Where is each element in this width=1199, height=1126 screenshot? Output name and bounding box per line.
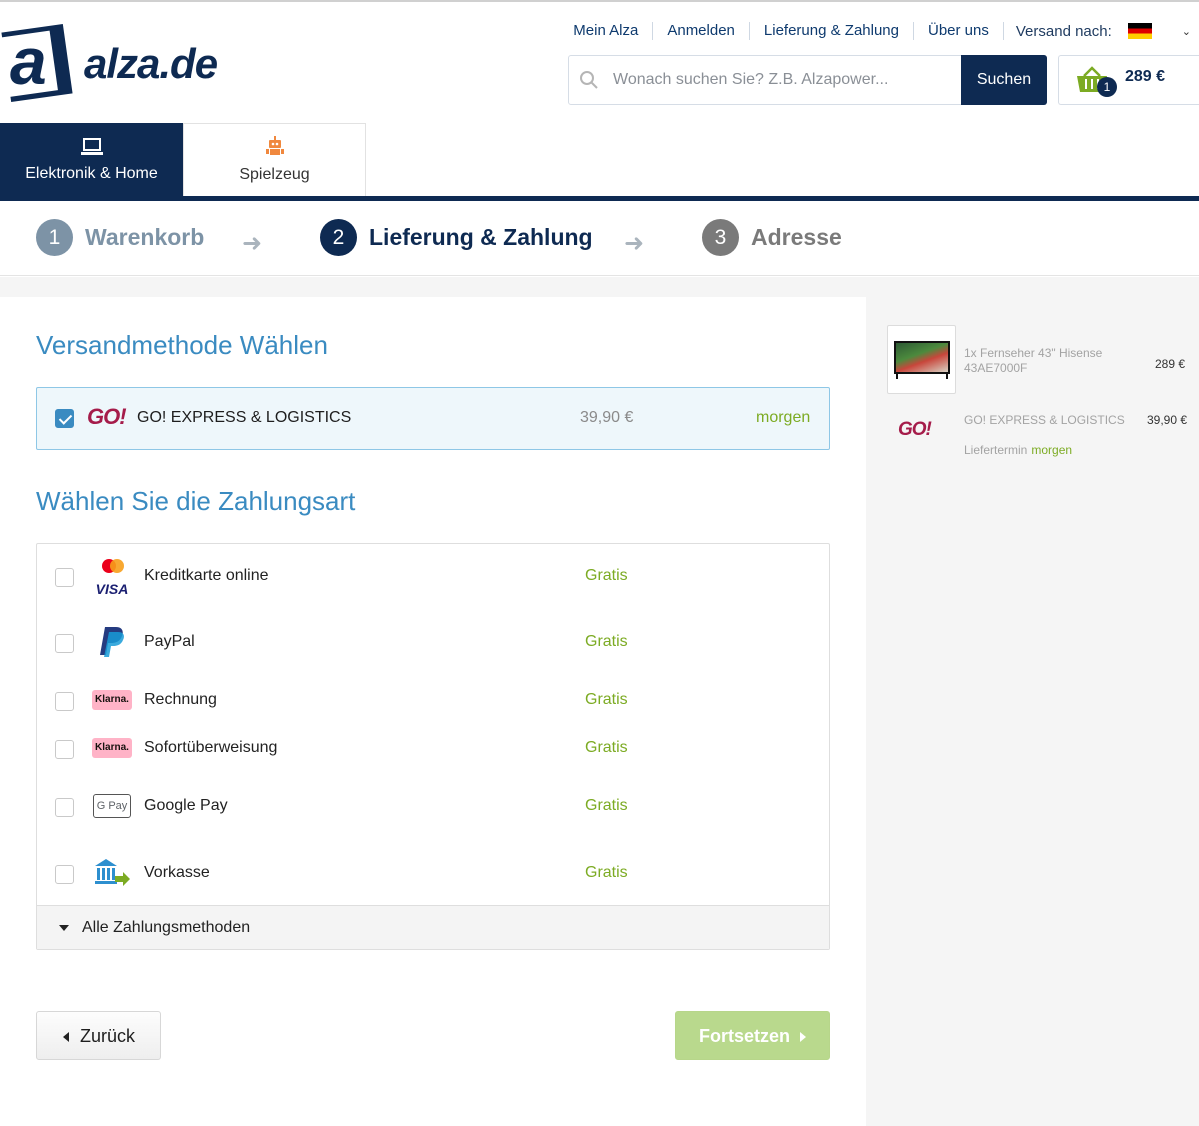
nav-lieferung-zahlung[interactable]: Lieferung & Zahlung — [750, 22, 914, 40]
nav-mein-alza[interactable]: Mein Alza — [559, 22, 654, 40]
payment-checkbox[interactable] — [55, 692, 74, 711]
summary-delivery: Liefertermin morgen — [964, 443, 1072, 457]
continue-button[interactable]: Fortsetzen — [675, 1011, 830, 1060]
ship-to-label: Versand nach: — [1015, 22, 1112, 40]
payment-label: Vorkasse — [144, 864, 210, 881]
tab-label: Elektronik & Home — [25, 165, 158, 182]
basket-count-badge: 1 — [1097, 77, 1117, 97]
order-summary: 1x Fernseher 43" Hisense 43AE7000F 289 €… — [866, 277, 1199, 1126]
payment-label: PayPal — [144, 633, 195, 650]
product-thumbnail[interactable] — [887, 325, 956, 394]
laptop-icon — [80, 138, 103, 155]
nav-anmelden[interactable]: Anmelden — [653, 22, 750, 40]
category-tabs: Elektronik & Home Spielzeug — [0, 123, 366, 196]
payment-label: Sofortüberweisung — [144, 739, 278, 756]
summary-item-name: 1x Fernseher 43" Hisense 43AE7000F — [964, 346, 1103, 375]
search-input[interactable] — [609, 56, 961, 104]
payment-label: Kreditkarte online — [144, 567, 269, 584]
payment-option-sofortueberweisung[interactable]: Klarna. Sofortüberweisung Gratis — [37, 728, 829, 768]
caret-left-icon — [63, 1032, 69, 1042]
paypal-icon — [91, 622, 133, 662]
payment-price: Gratis — [585, 797, 628, 814]
caret-right-icon — [800, 1032, 806, 1042]
search-bar: Suchen — [568, 55, 1047, 105]
step-lieferung-zahlung: 2 Lieferung & Zahlung — [320, 219, 593, 256]
payment-label: Rechnung — [144, 691, 217, 708]
payment-option-paypal[interactable]: PayPal Gratis — [37, 622, 829, 662]
payment-price: Gratis — [585, 633, 628, 650]
google-pay-icon: G Pay — [91, 786, 133, 826]
payment-checkbox[interactable] — [55, 740, 74, 759]
step-label: Adresse — [751, 224, 842, 250]
germany-flag-icon — [1127, 23, 1152, 39]
svg-text:VISA: VISA — [96, 581, 129, 596]
summary-shipping-name: GO! EXPRESS & LOGISTICS — [964, 413, 1125, 427]
shipping-date: morgen — [756, 409, 811, 426]
go-express-logo: GO! — [898, 419, 932, 440]
ship-to-selector[interactable]: Versand nach: ⌄ — [1004, 23, 1199, 40]
delivery-label: Liefertermin — [964, 443, 1028, 457]
payment-checkbox[interactable] — [55, 634, 74, 653]
delivery-when: morgen — [1031, 443, 1073, 457]
payment-option-google-pay[interactable]: G Pay Google Pay Gratis — [37, 786, 829, 826]
payment-option-kreditkarte[interactable]: VISA Kreditkarte online Gratis — [37, 556, 829, 596]
step-label: Warenkorb — [85, 224, 205, 250]
alza-logo[interactable]: a alza.de — [0, 22, 260, 102]
summary-shipping-price: 39,90 € — [1147, 413, 1188, 427]
payment-checkbox[interactable] — [55, 568, 74, 587]
checkout-steps: 1 Warenkorb ➜ 2 Lieferung & Zahlung ➜ 3 … — [0, 201, 1199, 276]
payment-section-title: Wählen Sie die Zahlungsart — [36, 486, 356, 516]
step-number: 3 — [702, 219, 739, 256]
payment-option-rechnung[interactable]: Klarna. Rechnung Gratis — [37, 680, 829, 720]
tv-image — [894, 341, 950, 374]
payment-option-vorkasse[interactable]: Vorkasse Gratis — [37, 853, 829, 893]
basket-total: 289 € — [1125, 68, 1166, 85]
shipping-checkbox[interactable] — [55, 409, 74, 428]
step-number: 2 — [320, 219, 357, 256]
main-top-strip — [0, 277, 866, 297]
bank-transfer-icon — [91, 853, 133, 893]
payment-price: Gratis — [585, 691, 628, 708]
go-express-logo: GO! — [87, 404, 127, 429]
step-number: 1 — [36, 219, 73, 256]
payment-price: Gratis — [585, 739, 628, 756]
arrow-right-icon: ➜ — [624, 230, 645, 257]
all-payment-methods-toggle[interactable]: Alle Zahlungsmethoden — [37, 905, 829, 949]
klarna-icon: Klarna. — [91, 680, 133, 720]
caret-down-icon — [59, 925, 69, 931]
shipping-section-title: Versandmethode Wählen — [36, 330, 328, 360]
payment-checkbox[interactable] — [55, 798, 74, 817]
payment-label: Google Pay — [144, 797, 228, 814]
klarna-icon: Klarna. — [91, 728, 133, 768]
step-adresse: 3 Adresse — [702, 219, 842, 256]
tab-elektronik-home[interactable]: Elektronik & Home — [0, 123, 183, 196]
tab-label: Spielzeug — [239, 166, 310, 183]
nav-ueber-uns[interactable]: Über uns — [914, 22, 1004, 40]
shipping-price: 39,90 € — [580, 409, 634, 426]
step-warenkorb[interactable]: 1 Warenkorb — [36, 219, 204, 256]
basket-button[interactable]: 1 289 € — [1058, 55, 1199, 105]
chevron-down-icon: ⌄ — [1181, 25, 1191, 38]
search-button[interactable]: Suchen — [961, 55, 1047, 105]
payment-methods: VISA Kreditkarte online Gratis PayPal Gr… — [36, 543, 830, 950]
search-icon — [569, 56, 609, 104]
top-border — [0, 0, 1199, 2]
credit-card-icon: VISA — [91, 556, 133, 596]
robot-icon — [265, 136, 284, 155]
tab-spielzeug[interactable]: Spielzeug — [183, 123, 366, 196]
back-button[interactable]: Zurück — [36, 1011, 161, 1060]
arrow-right-icon: ➜ — [242, 230, 263, 257]
top-nav: Mein Alza Anmelden Lieferung & Zahlung Ü… — [559, 18, 1199, 44]
continue-button-label: Fortsetzen — [699, 1026, 791, 1046]
logo-text: alza.de — [84, 40, 218, 87]
step-label: Lieferung & Zahlung — [369, 224, 593, 250]
payment-checkbox[interactable] — [55, 865, 74, 884]
all-payment-methods-label: Alle Zahlungsmethoden — [82, 919, 251, 936]
payment-price: Gratis — [585, 567, 628, 584]
shipping-name: GO! EXPRESS & LOGISTICS — [137, 409, 352, 426]
summary-item-price: 289 € — [1155, 357, 1186, 371]
back-button-label: Zurück — [80, 1026, 136, 1046]
shipping-option[interactable]: GO! GO! EXPRESS & LOGISTICS 39,90 € morg… — [36, 387, 830, 450]
payment-price: Gratis — [585, 864, 628, 881]
